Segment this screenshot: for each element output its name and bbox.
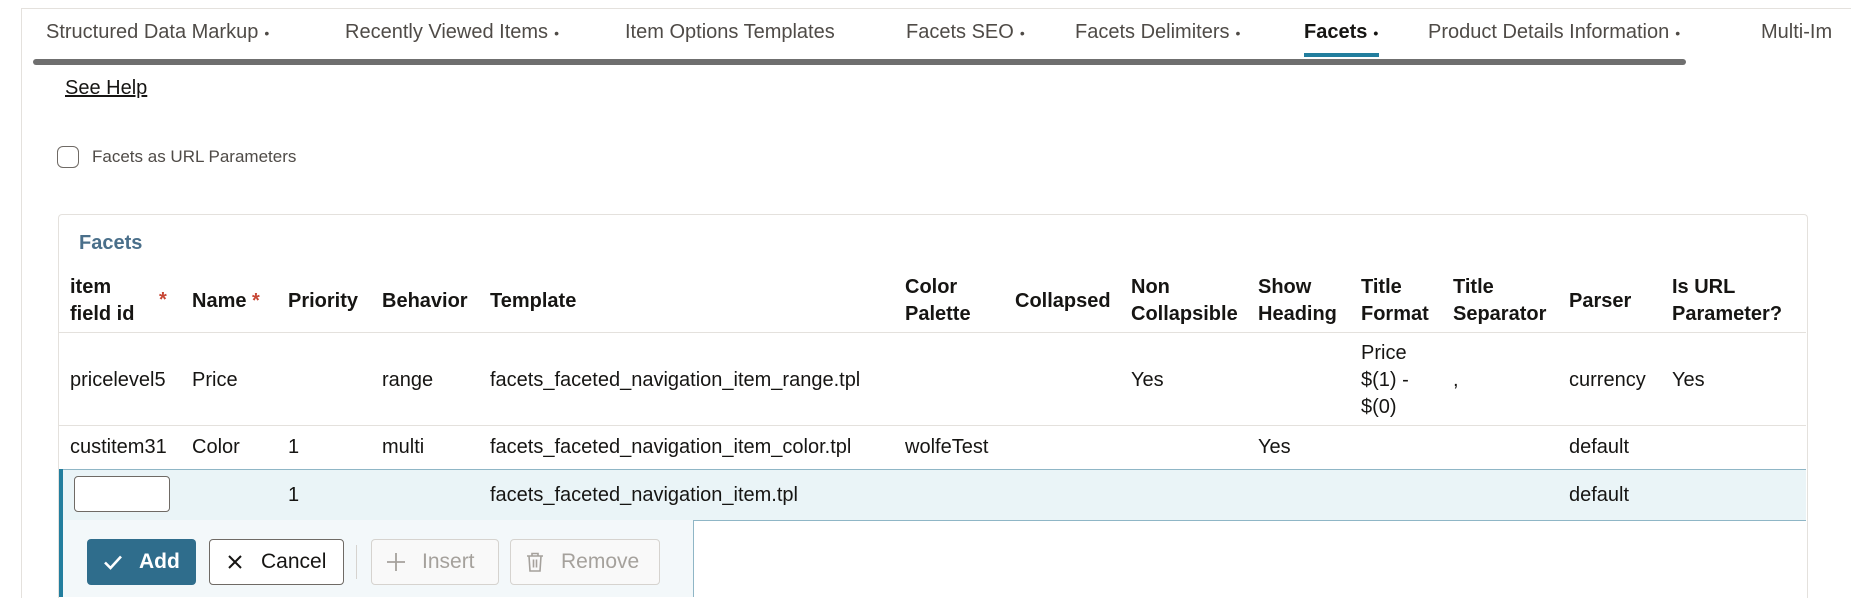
tab-label: Structured Data Markup xyxy=(46,21,259,43)
tab-recently-viewed-items[interactable]: Recently Viewed Items • xyxy=(345,21,559,44)
tab-facets-delimiters[interactable]: Facets Delimiters • xyxy=(1075,21,1240,44)
cell-priority: 1 xyxy=(288,436,300,458)
tab-bar: Structured Data Markup • Recently Viewed … xyxy=(21,9,1851,59)
edit-row[interactable] xyxy=(59,469,1806,521)
modified-dot: • xyxy=(1235,24,1241,41)
col-name: Name * xyxy=(192,290,260,312)
col-is-url-parameter: Is URL Parameter? xyxy=(1672,276,1783,325)
close-icon xyxy=(223,550,247,574)
remove-button[interactable]: Remove xyxy=(510,539,660,585)
tab-multi-image[interactable]: Multi-Im xyxy=(1761,21,1832,44)
cell-item-field-id: pricelevel5 xyxy=(70,369,166,391)
check-icon xyxy=(101,550,125,574)
required-marker: * xyxy=(159,289,167,311)
cell-priority: 1 xyxy=(288,484,300,506)
active-tab-indicator xyxy=(1304,53,1379,57)
see-help-link[interactable]: See Help xyxy=(65,77,147,100)
tab-label: Multi-Im xyxy=(1761,21,1833,43)
cell-is-url-parameter: Yes xyxy=(1672,369,1705,391)
insert-label: Insert xyxy=(422,550,475,573)
tab-label: Item Options Templates xyxy=(625,21,835,43)
tab-scrollbar[interactable] xyxy=(33,59,1686,65)
facets-url-param-checkbox[interactable] xyxy=(57,146,79,168)
col-title-separator: Title Separator xyxy=(1453,276,1547,325)
cell-show-heading: Yes xyxy=(1258,436,1291,458)
cell-item-field-id: custitem31 xyxy=(70,436,167,458)
tab-label: Facets SEO xyxy=(906,21,1014,43)
plus-icon xyxy=(384,550,408,574)
cell-non-collapsible: Yes xyxy=(1131,369,1164,391)
tab-item-options-templates[interactable]: Item Options Templates xyxy=(625,21,835,44)
add-label: Add xyxy=(139,550,180,573)
cell-title-separator: , xyxy=(1453,369,1459,391)
cell-parser: currency xyxy=(1569,369,1646,391)
tab-label: Product Details Information xyxy=(1428,21,1670,43)
tab-product-details-information[interactable]: Product Details Information • xyxy=(1428,21,1680,44)
cancel-label: Cancel xyxy=(261,550,327,573)
col-item-field-id: item field id xyxy=(70,276,135,325)
tab-facets[interactable]: Facets • xyxy=(1304,21,1378,44)
col-non-collapsible: Non Collapsible xyxy=(1131,276,1238,325)
cell-template: facets_faceted_navigation_item_range.tpl xyxy=(490,369,861,391)
modified-dot: • xyxy=(264,24,270,41)
panel-title: Facets xyxy=(79,232,143,254)
required-marker: * xyxy=(252,290,260,312)
cell-behavior: multi xyxy=(382,436,425,458)
col-show-heading: Show Heading xyxy=(1258,276,1337,325)
header-divider xyxy=(59,332,1806,333)
tab-facets-seo[interactable]: Facets SEO • xyxy=(906,21,1025,44)
cell-color-palette: wolfeTest xyxy=(905,436,989,458)
cell-title-format: Price $(1) - $(0) xyxy=(1361,342,1409,418)
trash-icon xyxy=(523,550,547,574)
row-divider xyxy=(59,425,1806,426)
cell-parser: default xyxy=(1569,436,1630,458)
modified-dot: • xyxy=(1675,24,1681,41)
cell-name: Price xyxy=(192,369,238,391)
col-parser: Parser xyxy=(1569,290,1632,312)
insert-button[interactable]: Insert xyxy=(371,539,499,585)
modified-dot: • xyxy=(1373,24,1379,41)
col-collapsed: Collapsed xyxy=(1015,290,1111,312)
remove-label: Remove xyxy=(561,550,640,573)
col-behavior: Behavior xyxy=(382,290,468,312)
tab-label: Facets xyxy=(1304,21,1368,43)
col-color-palette: Color Palette xyxy=(905,276,971,325)
col-title-format: Title Format xyxy=(1361,276,1429,325)
add-button[interactable]: Add xyxy=(87,539,196,585)
tab-label: Recently Viewed Items xyxy=(345,21,549,43)
tab-structured-data-markup[interactable]: Structured Data Markup • xyxy=(46,21,269,44)
col-template: Template xyxy=(490,290,577,312)
toolbar-separator xyxy=(356,545,357,579)
cell-name: Color xyxy=(192,436,240,458)
cell-behavior: range xyxy=(382,369,434,391)
tab-label: Facets Delimiters xyxy=(1075,21,1230,43)
facets-url-param-label: Facets as URL Parameters xyxy=(92,147,297,166)
col-priority: Priority xyxy=(288,290,359,312)
item-field-id-input[interactable] xyxy=(74,476,170,512)
cancel-button[interactable]: Cancel xyxy=(209,539,344,585)
modified-dot: • xyxy=(554,24,559,41)
facets-url-param-option[interactable]: Facets as URL Parameters xyxy=(57,146,296,168)
cell-template: facets_faceted_navigation_item_color.tpl xyxy=(490,436,852,458)
cell-parser: default xyxy=(1569,484,1630,506)
cell-template: facets_faceted_navigation_item.tpl xyxy=(490,484,798,506)
modified-dot: • xyxy=(1019,24,1025,41)
